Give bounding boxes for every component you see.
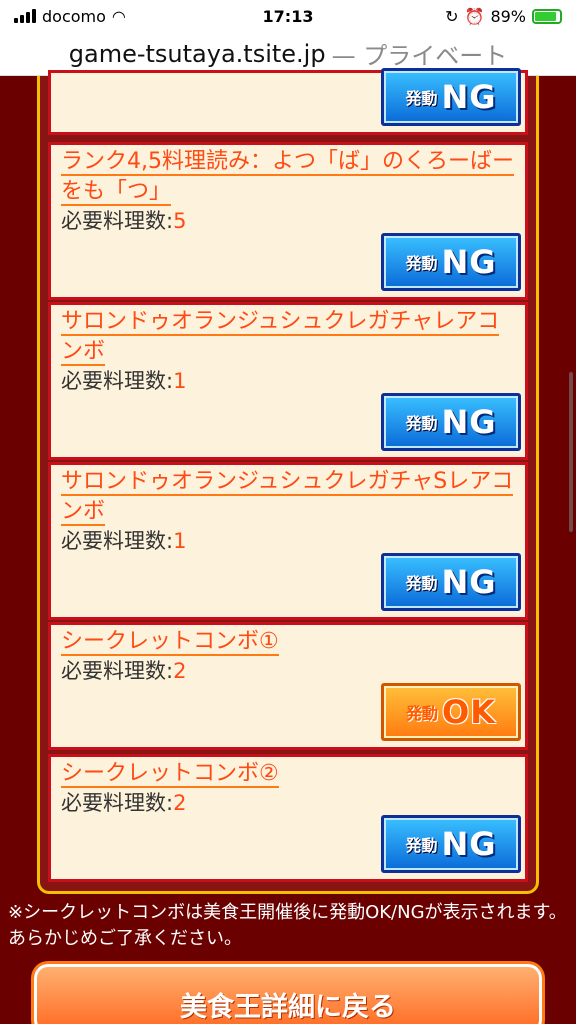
combo-card: サロンドゥオランジュシュクレガチャSレアコンボ 必要料理数:1 発動 NG [48, 462, 528, 620]
requirement-text: 必要料理数:5 [61, 209, 187, 233]
orientation-lock-icon: ↻ [445, 6, 459, 26]
combo-title-link[interactable]: ランク4,5料理読み：よつ「ば」のくろーばーをも「つ」 [51, 145, 525, 207]
status-left: docomo ◠ [14, 7, 126, 26]
battery-percent: 89% [490, 6, 526, 26]
back-to-details-button[interactable]: 美食王詳細に戻る [34, 964, 542, 1024]
status-bar: docomo ◠ 17:13 ↻ ⏰ 89% [0, 0, 576, 32]
combo-card: シークレットコンボ① 必要料理数:2 発動 OK [48, 622, 528, 750]
requirement-text: 必要料理数:1 [61, 529, 187, 553]
activation-status-ng: 発動 NG [381, 393, 521, 451]
carrier-label: docomo [42, 6, 106, 26]
activation-status-ng: 発動 NG [381, 68, 521, 126]
combo-title-link[interactable]: サロンドゥオランジュシュクレガチャSレアコンボ [51, 465, 525, 527]
activation-status-ok: 発動 OK [381, 683, 521, 741]
signal-icon [14, 9, 36, 23]
combo-title-link[interactable]: シークレットコンボ① [51, 625, 525, 657]
combo-card: 発動 NG [48, 68, 528, 135]
combo-list-frame: 発動 NG ランク4,5料理読み：よつ「ば」のくろーばーをも「つ」 必要料理数:… [37, 68, 539, 894]
combo-card: シークレットコンボ② 必要料理数:2 発動 NG [48, 754, 528, 882]
combo-card: サロンドゥオランジュシュクレガチャレアコンボ 必要料理数:1 発動 NG [48, 302, 528, 460]
activation-status-ng: 発動 NG [381, 815, 521, 873]
requirement-text: 必要料理数:2 [61, 791, 187, 815]
requirement-text: 必要料理数:1 [61, 369, 187, 393]
combo-title-link[interactable]: サロンドゥオランジュシュクレガチャレアコンボ [51, 305, 525, 367]
activation-status-ng: 発動 NG [381, 553, 521, 611]
combo-card: ランク4,5料理読み：よつ「ば」のくろーばーをも「つ」 必要料理数:5 発動 N… [48, 142, 528, 300]
url-private-label: — プライベート [331, 42, 508, 70]
activation-status-ng: 発動 NG [381, 233, 521, 291]
url-domain: game-tsutaya.tsite.jp [68, 39, 326, 68]
scrollbar[interactable] [569, 372, 573, 532]
combo-title-link[interactable]: シークレットコンボ② [51, 757, 525, 789]
status-right: ↻ ⏰ 89% [445, 7, 562, 26]
battery-icon [532, 8, 562, 24]
wifi-icon: ◠ [111, 6, 126, 26]
footnote: ※シークレットコンボは美食王開催後に発動OK/NGが表示されます。あらかじめご了… [8, 902, 567, 949]
requirement-text: 必要料理数:2 [61, 659, 187, 683]
alarm-icon: ⏰ [464, 6, 485, 26]
